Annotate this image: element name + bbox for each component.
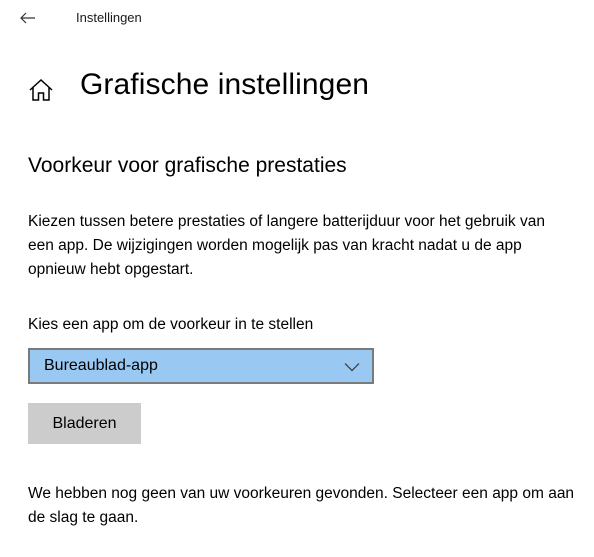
window-title: Instellingen <box>76 10 142 25</box>
home-icon <box>28 78 54 102</box>
empty-preferences-message: We hebben nog geen van uw voorkeuren gev… <box>28 485 575 526</box>
app-type-dropdown[interactable]: Bureaublad-app <box>28 348 374 384</box>
app-select-label: Kies een app om de voorkeur in te stelle… <box>28 316 314 333</box>
page-title: Grafische instellingen <box>80 68 370 101</box>
back-button[interactable] <box>14 6 42 30</box>
description-text: Kiezen tussen betere prestaties of lange… <box>28 213 545 278</box>
app-type-selected-value: Bureaublad-app <box>44 357 158 374</box>
section-title: Voorkeur voor grafische prestaties <box>28 154 347 177</box>
title-bar: Instellingen <box>0 0 594 36</box>
browse-button[interactable]: Bladeren <box>28 403 141 444</box>
arrow-left-icon <box>20 12 35 24</box>
chevron-down-icon <box>344 363 360 372</box>
